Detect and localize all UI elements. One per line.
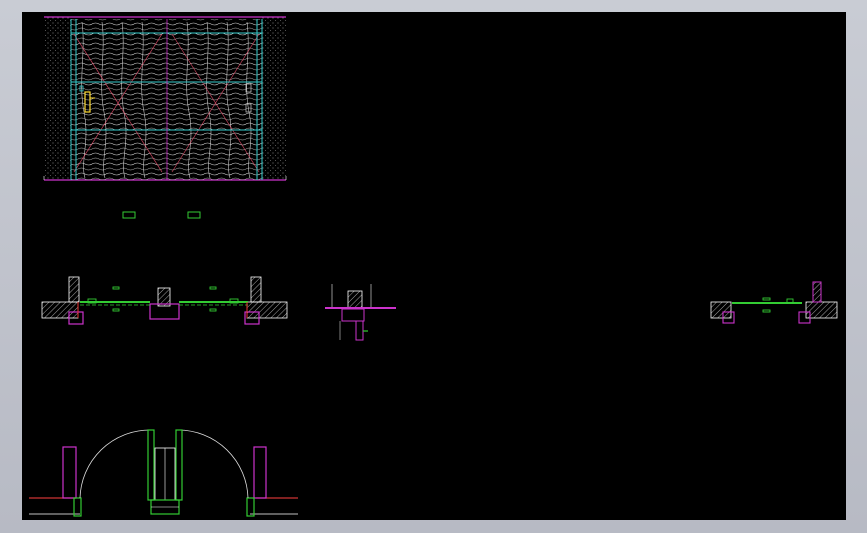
plan-column-left: [68, 276, 80, 303]
door-swing-plan[interactable]: [29, 429, 298, 517]
detail-mid-pier: [347, 290, 363, 310]
swing-leaf-left: [147, 429, 155, 501]
swing-frame-right: [246, 497, 255, 517]
cad-model-space[interactable]: [22, 12, 846, 520]
plan-column-right: [250, 276, 262, 303]
detail-right-column: [812, 281, 822, 303]
jamb-detail[interactable]: [710, 281, 838, 324]
swing-arc-right: [177, 429, 249, 499]
plan-wall-left: [41, 301, 79, 319]
elevation-door-leaves: [71, 19, 262, 180]
detail-right-wall-right: [805, 301, 838, 319]
frame-detail[interactable]: [325, 284, 396, 341]
swing-jamb-left: [62, 446, 77, 499]
detail-right-markers: [762, 297, 794, 313]
swing-leaf-right: [175, 429, 183, 501]
detail-mid-jamb: [355, 320, 364, 341]
detail-right-wall-left: [710, 301, 732, 319]
dimension-tag-icon: [122, 211, 201, 219]
swing-frame-left: [73, 497, 82, 517]
swing-jamb-right: [253, 446, 267, 499]
door-elevation[interactable]: [43, 16, 287, 181]
detail-mid-frame: [341, 308, 365, 322]
plan-center-pier: [157, 287, 171, 307]
door-plan-section[interactable]: [41, 276, 288, 325]
elevation-wall-left: [44, 17, 71, 180]
swing-arc-left: [79, 429, 151, 499]
plan-wall-right: [246, 301, 288, 319]
elevation-wall-right: [262, 17, 286, 180]
